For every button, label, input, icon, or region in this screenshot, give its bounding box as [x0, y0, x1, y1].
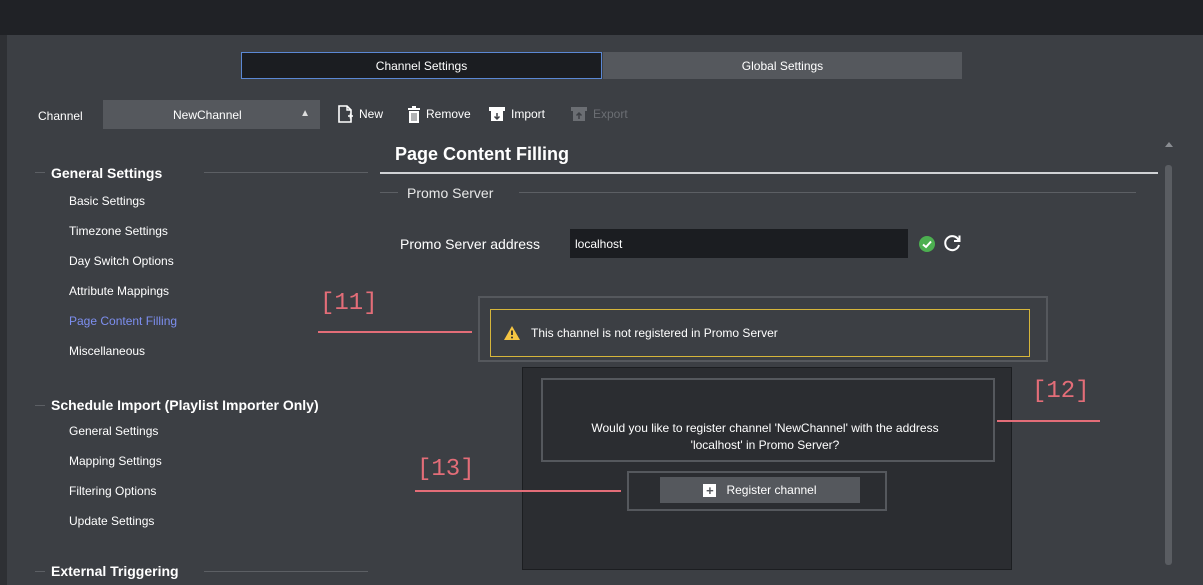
export-icon — [571, 107, 587, 121]
annotation-11: [11] — [320, 290, 378, 317]
annotation-13: [13] — [417, 456, 475, 483]
title-underline — [380, 172, 1158, 174]
scroll-up-icon[interactable] — [1165, 140, 1173, 148]
check-circle-icon — [919, 236, 935, 252]
export-label: Export — [593, 107, 628, 121]
nav-page-content-filling[interactable]: Page Content Filling — [69, 314, 177, 328]
trash-icon — [408, 105, 420, 123]
nav-import-general-settings[interactable]: General Settings — [69, 424, 158, 438]
export-button[interactable]: Export — [570, 103, 628, 125]
section-divider — [35, 405, 45, 406]
refresh-icon[interactable] — [943, 233, 963, 253]
warning-icon — [504, 326, 520, 340]
section-general-settings: General Settings — [51, 165, 163, 181]
channel-select-value: NewChannel — [173, 108, 242, 122]
register-prompt-line-1: Would you like to register channel 'NewC… — [591, 421, 939, 435]
section-divider — [204, 571, 368, 572]
import-button[interactable]: Import — [488, 103, 545, 125]
tab-channel-settings[interactable]: Channel Settings — [241, 52, 602, 79]
new-label: New — [359, 107, 384, 121]
annotation-13-line — [415, 490, 621, 492]
nav-filtering-options[interactable]: Filtering Options — [69, 484, 156, 498]
new-document-icon — [338, 105, 353, 123]
register-channel-label: Register channel — [726, 483, 817, 497]
section-external-triggering: External Triggering — [51, 563, 179, 579]
updown-arrow-icon: ▲︎ — [300, 108, 310, 119]
nav-attribute-mappings[interactable]: Attribute Mappings — [69, 284, 169, 298]
nav-update-settings[interactable]: Update Settings — [69, 514, 154, 528]
register-prompt-line-2: 'localhost' in Promo Server? — [690, 438, 840, 452]
warning-banner: This channel is not registered in Promo … — [490, 309, 1030, 357]
new-button[interactable]: New — [336, 103, 383, 125]
section-divider — [35, 571, 45, 572]
window-edge — [0, 35, 7, 585]
title-bar — [0, 0, 1203, 35]
register-channel-button[interactable]: + Register channel — [660, 477, 860, 503]
annotation-12: [12] — [1032, 378, 1090, 405]
promo-server-address-input[interactable]: localhost — [570, 229, 908, 258]
promo-server-address-label: Promo Server address — [400, 236, 541, 252]
channel-label: Channel — [38, 109, 83, 123]
warning-text: This channel is not registered in Promo … — [531, 326, 778, 340]
nav-timezone-settings[interactable]: Timezone Settings — [69, 224, 168, 238]
nav-basic-settings[interactable]: Basic Settings — [69, 194, 145, 208]
annotation-12-line — [997, 420, 1100, 422]
section-divider — [35, 172, 45, 173]
import-label: Import — [511, 107, 546, 121]
scrollbar-thumb[interactable] — [1165, 165, 1172, 565]
remove-label: Remove — [426, 107, 471, 121]
group-promo-server: Promo Server — [407, 185, 494, 201]
import-icon — [489, 107, 505, 121]
page-title: Page Content Filling — [395, 144, 569, 164]
annotation-11-line — [318, 331, 472, 333]
nav-day-switch-options[interactable]: Day Switch Options — [69, 254, 174, 268]
section-divider — [204, 172, 368, 173]
remove-button[interactable]: Remove — [407, 103, 471, 125]
nav-miscellaneous[interactable]: Miscellaneous — [69, 344, 145, 358]
group-divider — [380, 192, 398, 193]
tab-global-settings[interactable]: Global Settings — [603, 52, 962, 79]
nav-mapping-settings[interactable]: Mapping Settings — [69, 454, 162, 468]
section-schedule-import: Schedule Import (Playlist Importer Only) — [51, 397, 319, 413]
plus-icon: + — [703, 483, 717, 497]
group-divider — [519, 192, 1136, 193]
register-prompt: Would you like to register channel 'NewC… — [545, 420, 985, 454]
channel-select[interactable]: NewChannel ▲︎ — [103, 100, 320, 129]
